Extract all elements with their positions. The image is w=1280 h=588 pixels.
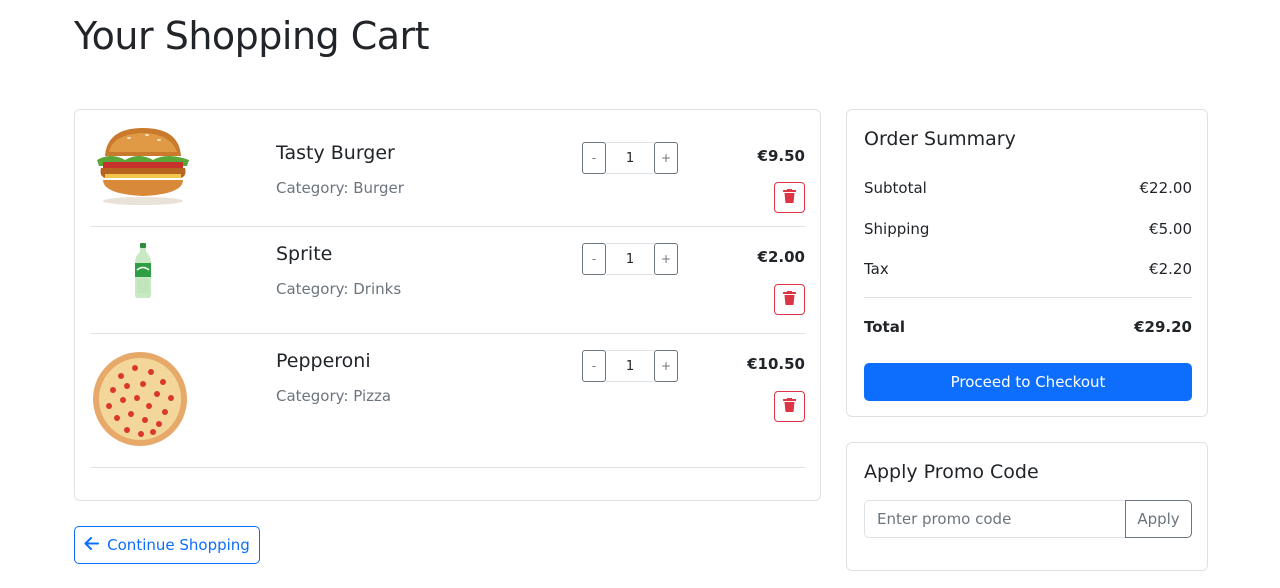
item-price: €2.00: [757, 248, 805, 266]
burger-image: [91, 126, 196, 206]
remove-item-button[interactable]: [774, 391, 805, 422]
continue-shopping-button[interactable]: Continue Shopping: [74, 526, 260, 564]
tax-row: Tax €2.20: [864, 260, 1192, 278]
promo-code-input[interactable]: [864, 500, 1126, 538]
remove-item-button[interactable]: [774, 182, 805, 213]
cart-item-burger: Tasty Burger Category: Burger - 1 + €9.5…: [91, 126, 805, 226]
order-summary-card: Order Summary Subtotal €22.00 Shipping €…: [846, 109, 1208, 417]
subtotal-label: Subtotal: [864, 179, 927, 197]
decrease-quantity-button[interactable]: -: [582, 243, 606, 275]
total-value: €29.20: [1134, 318, 1192, 336]
quantity-value[interactable]: 1: [606, 350, 654, 382]
quantity-value[interactable]: 1: [606, 142, 654, 174]
continue-shopping-label: Continue Shopping: [107, 536, 250, 554]
shipping-row: Shipping €5.00: [864, 220, 1192, 238]
tax-value: €2.20: [1149, 260, 1192, 278]
remove-item-button[interactable]: [774, 284, 805, 315]
quantity-value[interactable]: 1: [606, 243, 654, 275]
increase-quantity-button[interactable]: +: [654, 142, 678, 174]
decrease-quantity-button[interactable]: -: [582, 142, 606, 174]
total-row: Total €29.20: [864, 318, 1192, 336]
item-name: Sprite: [276, 243, 333, 265]
cart-card: Tasty Burger Category: Burger - 1 + €9.5…: [74, 109, 821, 501]
shipping-value: €5.00: [1149, 220, 1192, 238]
page-title: Your Shopping Cart: [74, 14, 430, 58]
item-price: €9.50: [757, 147, 805, 165]
item-divider: [91, 467, 805, 468]
item-name: Pepperoni: [276, 350, 371, 372]
item-category: Category: Pizza: [276, 387, 392, 405]
quantity-stepper: - 1 +: [582, 350, 683, 382]
pizza-image: [91, 350, 191, 448]
item-divider: [91, 226, 805, 227]
apply-promo-button[interactable]: Apply: [1125, 500, 1192, 538]
total-label: Total: [864, 318, 905, 336]
promo-code-title: Apply Promo Code: [864, 461, 1039, 483]
item-divider: [91, 333, 805, 334]
item-category: Category: Burger: [276, 179, 404, 197]
tax-label: Tax: [864, 260, 889, 278]
quantity-stepper: - 1 +: [582, 243, 683, 275]
item-price: €10.50: [747, 355, 805, 373]
cart-item-pepperoni: Pepperoni Category: Pizza - 1 + €10.50: [91, 350, 805, 460]
subtotal-value: €22.00: [1139, 179, 1193, 197]
item-name: Tasty Burger: [276, 142, 395, 164]
trash-icon: [783, 397, 796, 416]
quantity-stepper: - 1 +: [582, 142, 683, 174]
decrease-quantity-button[interactable]: -: [582, 350, 606, 382]
promo-code-card: Apply Promo Code Apply: [846, 442, 1208, 571]
cart-item-sprite: Sprite Category: Drinks - 1 + €2.00: [91, 243, 805, 333]
order-summary-title: Order Summary: [864, 128, 1016, 150]
subtotal-row: Subtotal €22.00: [864, 179, 1192, 197]
shipping-label: Shipping: [864, 220, 930, 238]
trash-icon: [783, 290, 796, 309]
increase-quantity-button[interactable]: +: [654, 243, 678, 275]
arrow-left-icon: [84, 536, 100, 554]
item-category: Category: Drinks: [276, 280, 402, 298]
increase-quantity-button[interactable]: +: [654, 350, 678, 382]
summary-divider: [864, 297, 1192, 298]
sprite-image: [131, 243, 155, 299]
trash-icon: [783, 188, 796, 207]
proceed-to-checkout-button[interactable]: Proceed to Checkout: [864, 363, 1192, 401]
